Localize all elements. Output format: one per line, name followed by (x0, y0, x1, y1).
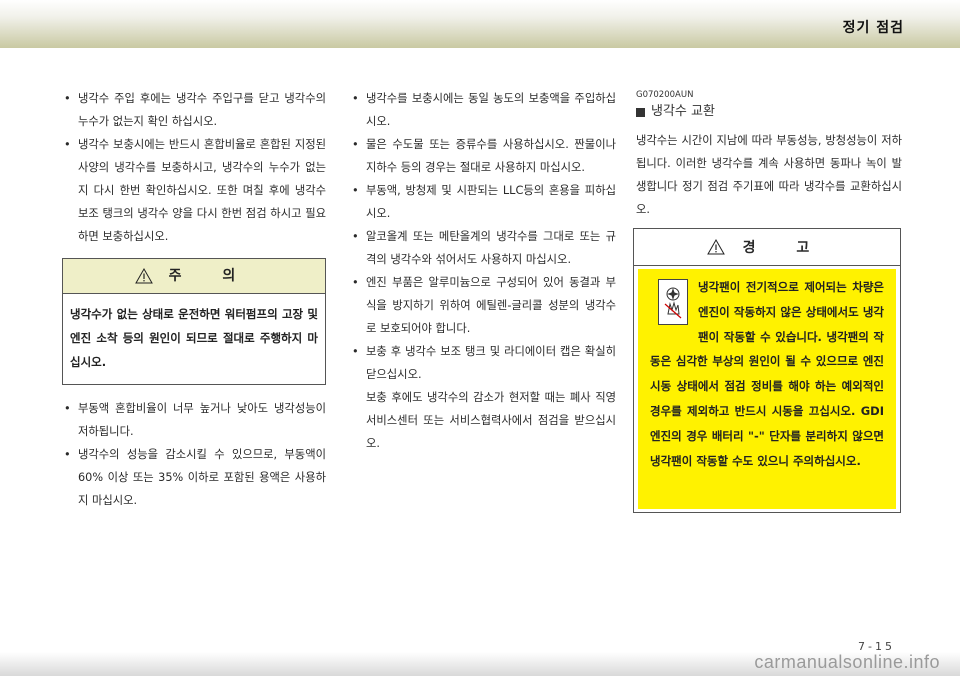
section-heading: 냉각수 교환 (636, 101, 902, 123)
caution-header: 주 의 (63, 259, 325, 294)
middle-column: 냉각수를 보충시에는 동일 농도의 보충액을 주입하십시오. 물은 수도물 또는… (350, 87, 616, 455)
bullet-item: 보충 후 냉각수 보조 탱크 및 라디에이터 캡은 확실히 닫으십시오. (350, 340, 616, 386)
warning-header: 경 고 (634, 229, 900, 266)
caution-box: 주 의 냉각수가 없는 상태로 운전하면 워터펌프의 고장 및 엔진 소착 등의… (62, 258, 326, 385)
square-bullet-icon (636, 107, 645, 117)
after-note: 보충 후에도 냉각수의 감소가 현저할 때는 폐사 직영 서비스센터 또는 서비… (366, 391, 616, 450)
bullet-item: 물은 수도물 또는 증류수를 사용하십시오. 짠물이나 지하수 등의 경우는 절… (350, 133, 616, 179)
section-code: G070200AUN (636, 90, 694, 100)
bullet-item: 냉각수 보충시에는 반드시 혼합비율로 혼합된 지정된 사양의 냉각수를 보충하… (62, 133, 326, 248)
warning-body: 냉각팬이 전기적으로 제어되는 차량은 엔진이 작동하지 않은 상태에서도 냉각… (638, 269, 896, 509)
hand-in-fan-icon (658, 279, 688, 325)
middle-bullets: 냉각수를 보충시에는 동일 농도의 보충액을 주입하십시오. 물은 수도물 또는… (350, 87, 616, 386)
watermark-band: carmanualsonline.info (0, 652, 960, 676)
bullet-item: 냉각수의 성능을 감소시킬 수 있으므로, 부동액이 60% 이상 또는 35%… (62, 443, 326, 512)
caution-title: 주 의 (168, 267, 254, 284)
left-bullets-bottom: 부동액 혼합비율이 너무 높거나 낮아도 냉각성능이 저하됩니다. 냉각수의 성… (62, 397, 326, 512)
left-column: 냉각수 주입 후에는 냉각수 주입구를 닫고 냉각수의 누수가 없는지 확인 하… (62, 87, 326, 512)
warning-text-wrap: 냉각팬이 전기적으로 제어되는 차량은 엔진이 작동하지 않은 상태에서도 냉각… (650, 275, 884, 473)
warning-title: 경 고 (742, 240, 828, 256)
section-heading-text: 냉각수 교환 (651, 104, 715, 119)
warning-box: 경 고 냉각팬이 전기적으로 제어되는 차량은 엔진이 작동하지 않은 상태에서… (633, 228, 901, 513)
warning-triangle-icon (134, 268, 153, 284)
bullet-item: 부동액, 방청제 및 시판되는 LLC등의 혼용을 피하십시오. (350, 179, 616, 225)
watermark-text: carmanualsonline.info (754, 652, 940, 672)
bullet-item: 알코올계 또는 메탄올계의 냉각수를 그대로 또는 규격의 냉각수와 섞어서도 … (350, 225, 616, 271)
section-title: 정기 점검 (842, 20, 904, 36)
bullet-item: 냉각수를 보충시에는 동일 농도의 보충액을 주입하십시오. (350, 87, 616, 133)
right-column: G070200AUN 냉각수 교환 냉각수는 시간이 지남에 따라 부동성능, … (636, 87, 902, 221)
bullet-item: 냉각수 주입 후에는 냉각수 주입구를 닫고 냉각수의 누수가 없는지 확인 하… (62, 87, 326, 133)
warning-triangle-icon (706, 239, 725, 255)
left-bullets-top: 냉각수 주입 후에는 냉각수 주입구를 닫고 냉각수의 누수가 없는지 확인 하… (62, 87, 326, 248)
bullet-item: 엔진 부품은 알루미늄으로 구성되어 있어 동결과 부식을 방지하기 위하여 에… (350, 271, 616, 340)
section-paragraph: 냉각수는 시간이 지남에 따라 부동성능, 방청성능이 저하됩니다. 이러한 냉… (636, 134, 902, 216)
caution-text: 냉각수가 없는 상태로 운전하면 워터펌프의 고장 및 엔진 소착 등의 원인이… (70, 307, 318, 369)
header-bar: 정기 점검 (0, 0, 960, 48)
bullet-item: 부동액 혼합비율이 너무 높거나 낮아도 냉각성능이 저하됩니다. (62, 397, 326, 443)
